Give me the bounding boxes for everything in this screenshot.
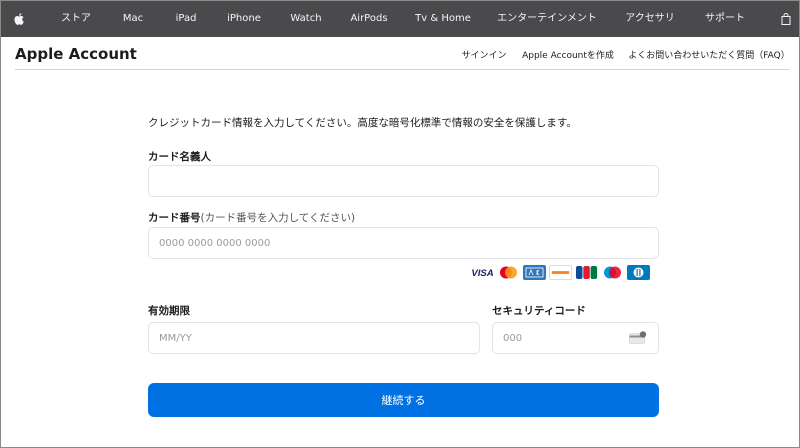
card-number-label-group: カード番号(カード番号を入力してください) bbox=[148, 210, 355, 225]
discover-icon bbox=[549, 264, 572, 280]
diners-club-icon bbox=[627, 264, 650, 280]
page-title[interactable]: Apple Account bbox=[15, 45, 137, 63]
create-account-link[interactable]: Apple Accountを作成 bbox=[522, 48, 614, 61]
global-nav: ストア Mac iPad iPhone Watch AirPods Tv & H… bbox=[1, 1, 799, 37]
nav-item-ipad[interactable]: iPad bbox=[176, 1, 197, 37]
nav-item-iphone[interactable]: iPhone bbox=[227, 1, 261, 37]
page-frame: ストア Mac iPad iPhone Watch AirPods Tv & H… bbox=[0, 0, 800, 448]
nav-item-store[interactable]: ストア bbox=[61, 1, 91, 37]
nav-divider bbox=[15, 69, 789, 70]
sign-in-link[interactable]: サインイン bbox=[461, 48, 506, 61]
nav-item-support[interactable]: サポート bbox=[705, 1, 745, 37]
cvv-card-icon bbox=[629, 329, 647, 348]
nav-item-tv-home[interactable]: Tv & Home bbox=[415, 1, 471, 37]
faq-link[interactable]: よくお問い合わせいただく質問（FAQ） bbox=[628, 48, 789, 61]
card-number-input[interactable] bbox=[148, 227, 659, 259]
nav-item-mac[interactable]: Mac bbox=[123, 1, 143, 37]
intro-text: クレジットカード情報を入力してください。高度な暗号化標準で情報の安全を保護します… bbox=[148, 117, 577, 129]
mastercard-icon bbox=[497, 265, 520, 280]
nav-item-airpods[interactable]: AirPods bbox=[350, 1, 387, 37]
local-nav: Apple Account サインイン Apple Accountを作成 よくお… bbox=[1, 37, 799, 70]
bag-icon[interactable] bbox=[779, 1, 793, 37]
expiry-input[interactable] bbox=[148, 322, 480, 354]
nav-item-entertainment[interactable]: エンターテインメント bbox=[497, 1, 597, 37]
maestro-icon bbox=[601, 265, 624, 280]
card-number-hint: (カード番号を入力してください) bbox=[200, 212, 356, 224]
nav-item-watch[interactable]: Watch bbox=[290, 1, 321, 37]
apple-logo-icon[interactable] bbox=[11, 1, 27, 37]
nav-item-accessories[interactable]: アクセサリ bbox=[625, 1, 675, 37]
cardholder-input[interactable] bbox=[148, 165, 659, 197]
security-code-label: セキュリティコード bbox=[492, 305, 586, 317]
visa-icon: VISA bbox=[471, 265, 494, 280]
card-number-label: カード番号 bbox=[148, 212, 201, 224]
jcb-icon bbox=[575, 265, 598, 280]
cardholder-label: カード名義人 bbox=[148, 151, 211, 163]
continue-button[interactable]: 継続する bbox=[148, 383, 659, 417]
amex-icon bbox=[523, 264, 546, 280]
visa-brand-text: VISA bbox=[471, 268, 493, 278]
expiry-label: 有効期限 bbox=[148, 305, 190, 317]
card-brands: VISA bbox=[471, 264, 650, 280]
